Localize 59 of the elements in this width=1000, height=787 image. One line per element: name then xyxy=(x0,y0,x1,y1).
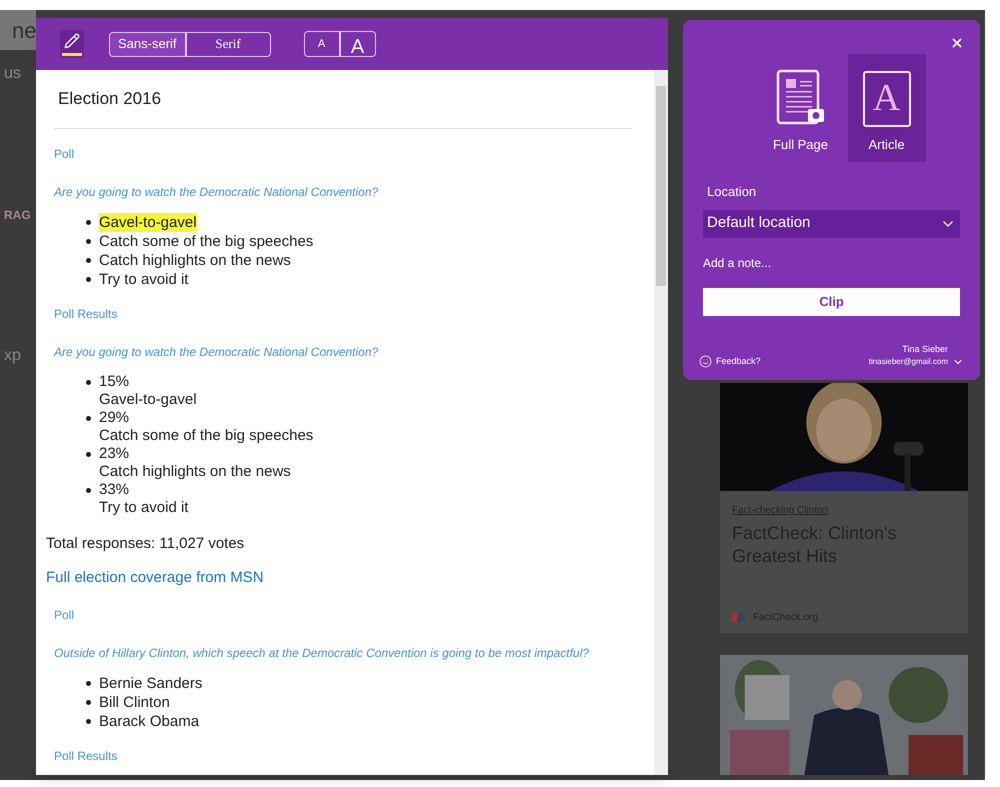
result-percent: 15% xyxy=(99,372,130,390)
section-label: Poll xyxy=(54,146,76,162)
section-label: Poll Results xyxy=(54,748,118,764)
total-responses: Total responses: 11,027 votes xyxy=(46,534,246,554)
result-option: Catch highlights on the news xyxy=(99,462,291,480)
poll-option: Bernie Sanders xyxy=(99,674,202,692)
text-size-button[interactable]: A xyxy=(304,31,340,57)
poll-option: Try to avoid it xyxy=(99,270,188,288)
result-percent: 33% xyxy=(99,480,130,498)
bullet-icon xyxy=(86,488,91,492)
bullet-icon xyxy=(86,220,91,224)
result-percent: 29% xyxy=(99,408,130,426)
close-button[interactable] xyxy=(950,36,964,50)
page-text-fragment: xp xyxy=(4,346,21,366)
bullet-icon xyxy=(86,452,91,456)
pen-icon xyxy=(64,32,80,48)
bullet-icon xyxy=(86,258,91,262)
poll-option: Barack Obama xyxy=(99,712,200,730)
smiley-icon xyxy=(699,354,712,368)
poll-question: Outside of Hillary Clinton, which speech at the Democratic Convention is going to be most impactful? xyxy=(54,644,590,662)
article-icon: A xyxy=(862,70,910,126)
location-label: Location xyxy=(707,183,758,201)
result-percent: 23% xyxy=(99,444,130,462)
font-option[interactable]: Sans-serif xyxy=(109,32,186,56)
bullet-icon xyxy=(86,718,91,724)
text-size-button[interactable]: A xyxy=(340,31,376,57)
poll-question: Are you going to watch the Democratic National Convention? xyxy=(54,344,380,360)
result-option: Try to avoid it xyxy=(99,498,188,516)
scrollbar[interactable] xyxy=(654,70,668,775)
poll-question: Are you going to watch the Democratic National Convention? xyxy=(54,184,380,200)
poll-option: Catch some of the big speeches xyxy=(99,232,314,250)
result-option: Catch some of the big speeches xyxy=(99,426,314,444)
coverage-link[interactable]: Full election coverage from MSN xyxy=(46,567,632,590)
bullet-icon xyxy=(86,700,91,704)
poll-option: Gavel-to-gavel xyxy=(99,212,197,232)
font-option[interactable]: Serif xyxy=(186,32,271,56)
bullet-icon xyxy=(86,238,91,244)
bullet-icon xyxy=(86,416,91,420)
bullet-icon xyxy=(86,380,91,384)
article-title: Election 2016 xyxy=(58,88,162,110)
page-camera-icon xyxy=(776,68,826,126)
clip-button[interactable]: Clip xyxy=(703,288,960,316)
poll-option: Bill Clinton xyxy=(99,692,170,712)
poll-option: Catch highlights on the news xyxy=(99,250,291,270)
note-field[interactable]: Add a note... xyxy=(703,254,960,272)
pen-button[interactable] xyxy=(60,30,84,58)
page-text-fragment: us xyxy=(4,64,21,84)
feedback-link[interactable]: Feedback? xyxy=(716,354,761,368)
bullet-icon xyxy=(86,680,91,686)
flag-icon xyxy=(732,613,745,622)
bullet-icon xyxy=(86,276,91,282)
clip-mode-tab[interactable]: A Article xyxy=(848,54,926,162)
location-dropdown[interactable]: Default location xyxy=(703,210,960,238)
section-label: Poll Results xyxy=(54,306,118,322)
section-label: Poll xyxy=(54,606,76,624)
page-text-fragment: RAG xyxy=(4,207,31,224)
user-email: tinasieber@gmail.com xyxy=(868,356,948,368)
user-name: Tina Sieber xyxy=(902,342,948,356)
result-option: Gavel-to-gavel xyxy=(99,390,197,408)
